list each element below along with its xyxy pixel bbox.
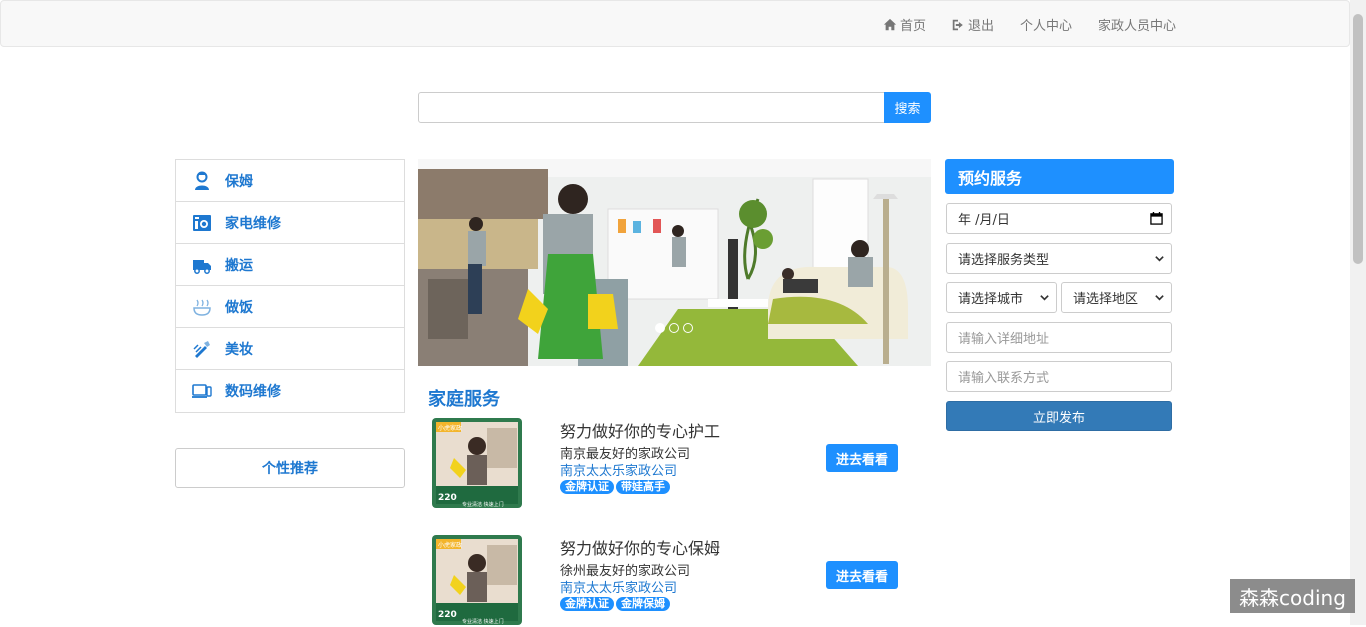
view-details-button[interactable]: 进去看看 [826,444,898,472]
district-select[interactable]: 请选择地区 [1061,282,1172,313]
cooking-icon [191,296,213,318]
nanny-icon [191,170,213,192]
address-placeholder: 请输入详细地址 [958,332,1050,347]
page-scrollbar[interactable] [1350,0,1366,625]
carousel-indicators [655,323,693,333]
category-item-digital-repair[interactable]: 数码维修 [176,370,404,412]
thumb-caption: 专业清洁 快速上门 [462,501,504,508]
category-label: 家电维修 [225,215,281,232]
service-tags: 金牌认证 金牌保姆 [560,597,670,611]
view-details-button[interactable]: 进去看看 [826,561,898,589]
scrollbar-thumb[interactable] [1353,14,1363,264]
status-badge: 金牌认证 [560,480,614,494]
category-item-makeup[interactable]: 美妆 [176,328,404,370]
category-label: 数码维修 [225,384,281,400]
category-item-cooking[interactable]: 做饭 [176,286,404,328]
service-card: 小虎家政 220 专业清洁 快速上门 努力做好你的专心护工 南京最友好的家政公司… [432,418,912,510]
calendar-icon[interactable] [1150,212,1163,225]
city-select[interactable]: 请选择城市 [946,282,1057,313]
personal-recommend-button[interactable]: 个性推荐 [175,448,405,488]
chevron-down-icon [1155,295,1164,301]
status-badge: 金牌认证 [560,597,614,611]
nav-logout-label: 退出 [968,19,995,34]
category-label: 做饭 [225,299,253,316]
service-thumbnail[interactable]: 小虎家政 220 专业清洁 快速上门 [432,418,522,508]
banner-carousel[interactable] [418,159,931,366]
service-type-value: 请选择服务类型 [958,253,1050,268]
thumb-badge: 小虎家政 [438,541,462,549]
nav-staff-center[interactable]: 家政人员中心 [1098,15,1176,34]
nav-home-label: 首页 [900,19,927,34]
category-label: 美妆 [225,341,253,358]
contact-input[interactable]: 请输入联系方式 [946,361,1172,392]
address-input[interactable]: 请输入详细地址 [946,322,1172,353]
publish-button[interactable]: 立即发布 [946,401,1172,431]
service-card: 小虎家政 220 专业清洁 快速上门 努力做好你的专心保姆 徐州最友好的家政公司… [432,535,912,627]
category-item-appliance-repair[interactable]: 家电维修 [176,202,404,244]
thumb-price: 220 [438,610,457,620]
appliance-icon [191,212,213,234]
contact-placeholder: 请输入联系方式 [958,371,1050,386]
category-list: 保姆 家电维修 搬运 做饭 美妆 数码维修 [175,159,405,413]
service-title: 努力做好你的专心护工 [560,422,721,441]
logout-icon [952,19,963,30]
service-company-link[interactable]: 南京太太乐家政公司 [560,460,677,479]
thumb-price: 220 [438,493,457,503]
banner-image [418,159,931,366]
nav-logout[interactable]: 退出 [951,15,994,34]
carousel-dot[interactable] [669,323,679,333]
category-label: 保姆 [225,173,253,190]
status-badge: 金牌保姆 [616,597,670,611]
category-item-moving[interactable]: 搬运 [176,244,404,286]
carousel-dot[interactable] [683,323,693,333]
category-item-nanny[interactable]: 保姆 [176,160,404,202]
service-type-select[interactable]: 请选择服务类型 [946,243,1172,274]
date-field-value: 年 /月/日 [958,213,1010,228]
category-label: 搬运 [225,257,253,274]
chevron-down-icon [1155,256,1164,262]
nav-staff-label: 家政人员中心 [1098,19,1177,34]
truck-icon [191,254,213,276]
section-title-home-service: 家庭服务 [428,389,500,410]
laptop-icon [191,380,213,402]
district-select-value: 请选择地区 [1073,292,1139,307]
thumb-badge: 小虎家政 [438,424,462,432]
nav-profile-label: 个人中心 [1020,19,1073,34]
top-navbar: 首页 退出 个人中心 家政人员中心 [0,0,1350,47]
service-thumbnail[interactable]: 小虎家政 220 专业清洁 快速上门 [432,535,522,625]
nav-profile[interactable]: 个人中心 [1020,15,1072,34]
service-tags: 金牌认证 带娃高手 [560,480,670,494]
carousel-dot[interactable] [655,323,665,333]
search-button[interactable]: 搜索 [884,92,931,123]
date-field[interactable]: 年 /月/日 [946,203,1172,234]
service-title: 努力做好你的专心保姆 [560,539,721,558]
watermark: 森森coding [1230,579,1355,613]
thumb-caption: 专业清洁 快速上门 [462,618,504,625]
booking-panel-title: 预约服务 [945,159,1174,194]
search-input[interactable] [418,92,885,123]
makeup-icon [191,338,213,360]
service-company-link[interactable]: 南京太太乐家政公司 [560,577,677,596]
city-select-value: 请选择城市 [958,292,1024,307]
nav-home[interactable]: 首页 [883,15,926,34]
chevron-down-icon [1040,295,1049,301]
status-badge: 带娃高手 [616,480,670,494]
home-icon [883,18,897,30]
